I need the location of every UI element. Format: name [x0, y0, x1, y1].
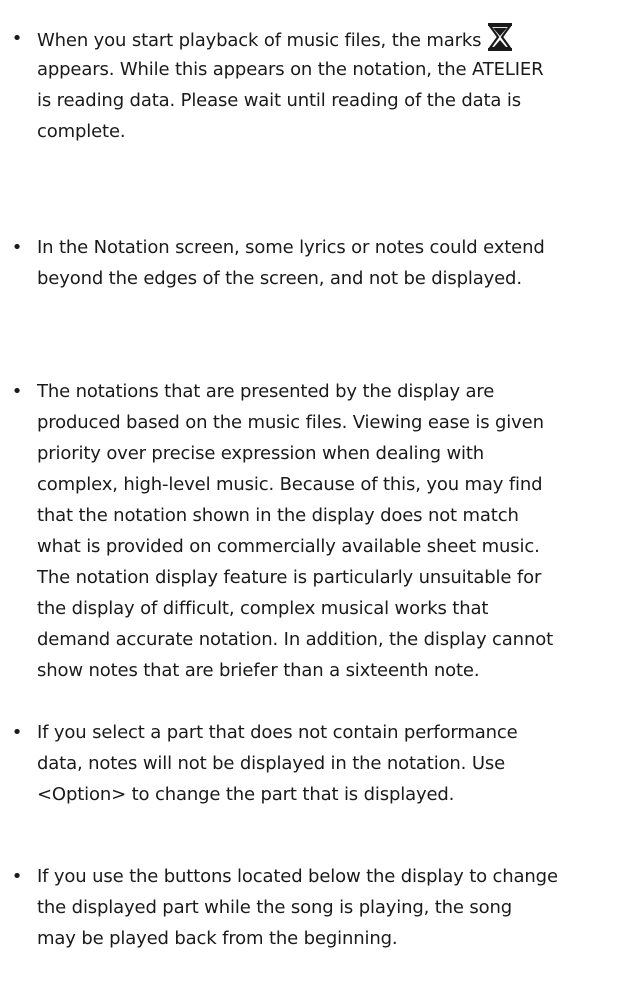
- note-line: The notations that are presented by the …: [37, 381, 495, 402]
- note-text: If you use the buttons located below the…: [37, 861, 637, 954]
- note-line: When you start playback of music files, …: [37, 30, 482, 51]
- note-line: If you select a part that does not conta…: [37, 722, 518, 743]
- note-line: is reading data. Please wait until readi…: [37, 90, 521, 111]
- bullet: •: [11, 381, 23, 402]
- note-line: may be played back from the beginning.: [37, 928, 398, 949]
- note-line: the display of difficult, complex musica…: [37, 598, 489, 619]
- note-line: the displayed part while the song is pla…: [37, 897, 513, 918]
- note-line: complete.: [37, 121, 126, 142]
- note-line: If you use the buttons located below the…: [37, 866, 558, 887]
- note-line: that the notation shown in the display d…: [37, 505, 519, 526]
- note-line: show notes that are briefer than a sixte…: [37, 660, 480, 681]
- note-text: If you select a part that does not conta…: [37, 717, 637, 810]
- note-text: The notations that are presented by the …: [37, 376, 637, 686]
- note-line: The notation display feature is particul…: [37, 567, 542, 588]
- bullet: •: [11, 237, 23, 258]
- note-line: In the Notation screen, some lyrics or n…: [37, 237, 545, 258]
- note-line: priority over precise expression when de…: [37, 443, 485, 464]
- note-line: complex, high-level music. Because of th…: [37, 474, 543, 495]
- note-line: data, notes will not be displayed in the…: [37, 753, 505, 774]
- note-line: appears. While this appears on the notat…: [37, 59, 544, 80]
- bullet: •: [11, 866, 23, 887]
- bullet: •: [11, 722, 23, 743]
- note-line: produced based on the music files. Viewi…: [37, 412, 544, 433]
- note-line: <Option> to change the part that is disp…: [37, 784, 455, 805]
- note-text: When you start playback of music files, …: [37, 23, 637, 147]
- note-text: In the Notation screen, some lyrics or n…: [37, 232, 637, 294]
- notes-page: • When you start playback of music files…: [0, 0, 639, 983]
- hourglass-icon: [488, 23, 513, 51]
- note-line: demand accurate notation. In addition, t…: [37, 629, 553, 650]
- note-line: beyond the edges of the screen, and not …: [37, 268, 522, 289]
- bullet: •: [11, 28, 23, 49]
- note-line: what is provided on commercially availab…: [37, 536, 540, 557]
